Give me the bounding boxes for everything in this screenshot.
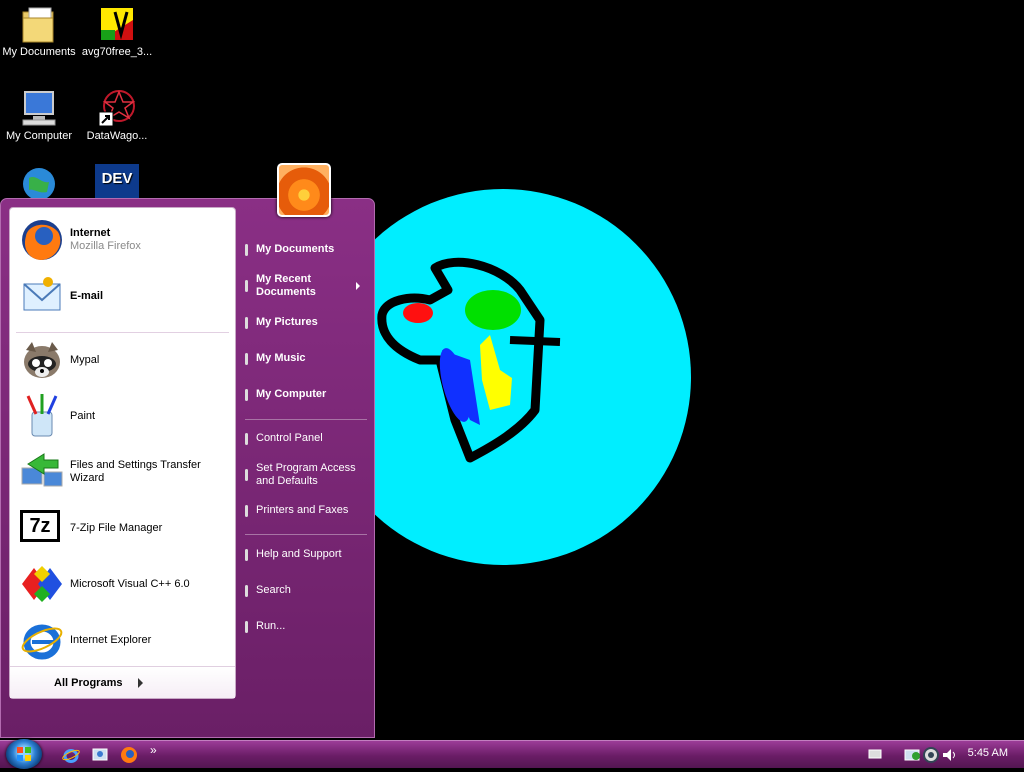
- desktop-icon-label: My Computer: [5, 130, 73, 142]
- start-right-my-recent-documents[interactable]: My Recent Documents: [245, 273, 369, 299]
- control-panel-icon: [245, 432, 248, 445]
- start-item-label: Files and Settings Transfer Wizard: [70, 459, 201, 484]
- folder-icon: [245, 243, 248, 256]
- mypal-raccoon-icon: [18, 336, 66, 384]
- start-item-visual-cpp[interactable]: Microsoft Visual C++ 6.0: [10, 556, 235, 612]
- quicktime-icon[interactable]: [922, 746, 940, 764]
- start-right-control-panel[interactable]: Control Panel: [245, 432, 369, 445]
- show-desktop-icon[interactable]: [91, 746, 109, 764]
- network-icon[interactable]: [904, 746, 922, 764]
- pictures-icon: [245, 316, 248, 329]
- music-icon: [245, 352, 248, 365]
- start-item-subtitle: Mozilla Firefox: [70, 240, 141, 252]
- transfer-wizard-icon: [18, 448, 66, 496]
- start-item-mypal[interactable]: Mypal: [10, 332, 235, 388]
- start-right-label: My Music: [256, 352, 306, 364]
- start-menu: Internet Mozilla Firefox E-mail Mypal Pai…: [0, 198, 375, 738]
- start-item-label: Paint: [70, 409, 96, 422]
- start-item-label: Internet Explorer: [70, 633, 152, 646]
- start-right-help-support[interactable]: Help and Support: [245, 548, 369, 561]
- start-right-label: My Computer: [256, 388, 327, 400]
- visual-cpp-icon: [18, 560, 66, 608]
- arrow-right-icon: [138, 677, 144, 688]
- desktop-icon-label: DataWago...: [86, 130, 148, 142]
- start-item-label: Microsoft Visual C++ 6.0: [70, 577, 190, 590]
- desktop-icon-label: My Documents: [2, 46, 76, 58]
- start-item-title: Internet: [70, 227, 111, 239]
- start-right-label: My Pictures: [256, 316, 318, 328]
- computer-icon: [19, 88, 59, 128]
- help-icon: [245, 548, 248, 561]
- start-item-title: E-mail: [70, 289, 104, 302]
- windows-logo-icon: [17, 747, 31, 761]
- start-item-label: 7-Zip File Manager: [70, 521, 163, 534]
- start-right-label: Run...: [256, 620, 286, 632]
- start-item-internet[interactable]: Internet Mozilla Firefox: [10, 212, 235, 268]
- start-right-search[interactable]: Search: [245, 584, 369, 597]
- taskbar: » 5:45 AM: [0, 739, 1024, 769]
- program-access-icon: [245, 469, 248, 481]
- keyboard-icon[interactable]: [868, 748, 882, 760]
- 7zip-icon: 7z: [18, 504, 66, 552]
- 7zip-icon-box: 7z: [20, 510, 60, 542]
- volume-icon[interactable]: [940, 746, 958, 764]
- start-right-label: Printers and Faxes: [256, 504, 349, 516]
- desktop-icon-label: avg70free_3...: [81, 46, 153, 58]
- right-separator: [245, 419, 367, 420]
- start-right-label: Search: [256, 584, 291, 596]
- start-item-internet-explorer[interactable]: Internet Explorer: [10, 612, 235, 668]
- start-right-program-access[interactable]: Set Program Access and Defaults: [245, 462, 369, 488]
- datawagon-shortcut-icon: [97, 88, 137, 128]
- start-right-label: My Recent Documents: [256, 273, 316, 298]
- user-account-picture[interactable]: [277, 163, 331, 217]
- start-right-my-music[interactable]: My Music: [245, 352, 369, 365]
- internet-explorer-icon[interactable]: [62, 746, 80, 764]
- desktop-icon-my-documents[interactable]: My Documents: [2, 4, 76, 59]
- start-right-label: Control Panel: [256, 432, 323, 444]
- start-menu-programs-pane: Internet Mozilla Firefox E-mail Mypal Pai…: [9, 207, 236, 699]
- taskbar-clock[interactable]: 5:45 AM: [968, 747, 1008, 759]
- desktop-icon-datawagon[interactable]: DataWago...: [80, 88, 154, 143]
- start-item-7zip[interactable]: 7z 7-Zip File Manager: [10, 500, 235, 556]
- firefox-icon[interactable]: [120, 746, 138, 764]
- start-right-my-pictures[interactable]: My Pictures: [245, 316, 369, 329]
- dev-cpp-icon-text: DEV: [101, 170, 133, 187]
- desktop-icon-dev-cpp[interactable]: DEV: [80, 164, 154, 200]
- submenu-arrow-icon: [356, 282, 360, 290]
- email-icon: [18, 272, 66, 320]
- start-right-label: Help and Support: [256, 548, 342, 560]
- start-item-email[interactable]: E-mail: [10, 268, 235, 324]
- start-right-my-computer[interactable]: My Computer: [245, 388, 369, 401]
- start-right-printers-faxes[interactable]: Printers and Faxes: [245, 504, 369, 517]
- desktop-icon-avg-installer[interactable]: avg70free_3...: [80, 4, 154, 59]
- printer-icon: [245, 504, 248, 517]
- start-item-paint[interactable]: Paint: [10, 388, 235, 444]
- recent-documents-icon: [245, 280, 248, 292]
- firefox-icon: [18, 216, 66, 264]
- start-item-label: Mypal: [70, 353, 100, 366]
- start-right-my-documents[interactable]: My Documents: [245, 243, 369, 256]
- dev-cpp-icon: DEV: [95, 164, 139, 198]
- all-programs-label: All Programs: [54, 676, 123, 689]
- run-icon: [245, 620, 248, 633]
- right-separator: [245, 534, 367, 535]
- desktop-icon-my-computer[interactable]: My Computer: [2, 88, 76, 143]
- start-item-transfer-wizard[interactable]: Files and Settings Transfer Wizard: [10, 444, 235, 500]
- computer-icon: [245, 388, 248, 401]
- search-icon: [245, 584, 248, 597]
- folder-icon: [19, 4, 59, 44]
- start-right-label: Set Program Access and Defaults: [256, 462, 356, 487]
- avg-installer-icon: [97, 4, 137, 44]
- internet-explorer-icon: [18, 616, 66, 664]
- all-programs-button[interactable]: All Programs: [10, 666, 235, 698]
- start-right-run[interactable]: Run...: [245, 620, 369, 633]
- start-button[interactable]: [6, 739, 42, 769]
- quick-launch-overflow[interactable]: »: [150, 743, 157, 757]
- paint-icon: [18, 392, 66, 440]
- start-right-label: My Documents: [256, 243, 335, 255]
